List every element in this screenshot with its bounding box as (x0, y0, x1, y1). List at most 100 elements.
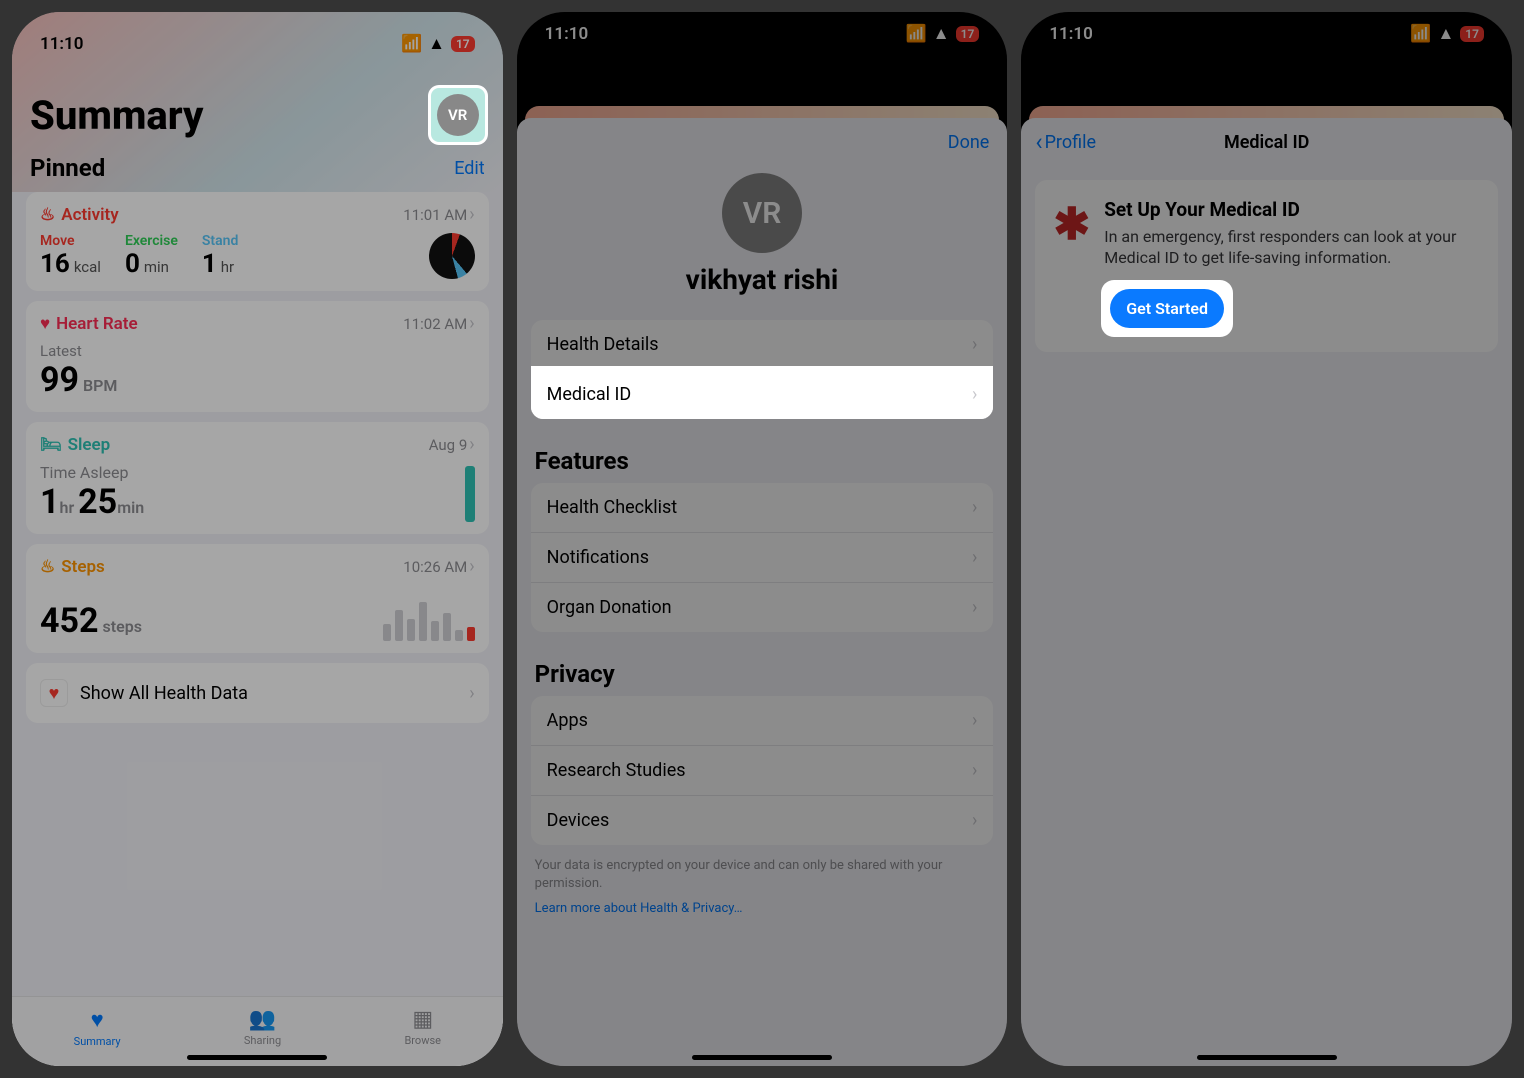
medical-id-setup-card: ✱ Set Up Your Medical ID In an emergency… (1035, 180, 1498, 352)
heart-rate-card[interactable]: ♥ Heart Rate 11:02 AM› Latest 99 BPM (26, 301, 489, 412)
cellular-icon: 📶 (906, 24, 927, 44)
tab-summary-label: Summary (74, 1035, 121, 1048)
people-icon: 👥 (249, 1007, 276, 1032)
battery-icon: 17 (451, 36, 475, 52)
sleep-label: Sleep (68, 435, 111, 455)
activity-time: 11:01 AM (403, 206, 467, 224)
latest-label: Latest (40, 342, 475, 360)
tab-summary[interactable]: ♥Summary (74, 1007, 121, 1048)
medical-id-heading: Set Up Your Medical ID (1104, 198, 1480, 221)
chevron-right-icon: › (972, 384, 977, 405)
features-heading: Features (517, 447, 1008, 483)
get-started-highlight: Get Started (1104, 283, 1230, 334)
sleep-chart-icon (465, 466, 475, 522)
screen-profile-sheet: 11:10 📶 ▲ 17 Done VR vikhyat rishi Healt… (517, 12, 1008, 1066)
home-indicator[interactable] (1197, 1055, 1337, 1060)
medical-id-label: Medical ID (547, 384, 632, 405)
profile-avatar-large[interactable]: VR (722, 173, 802, 253)
row-medical-id[interactable]: Medical ID › (531, 370, 994, 419)
row-organ-donation[interactable]: Organ Donation › (531, 583, 994, 632)
row-health-checklist[interactable]: Health Checklist› (531, 483, 994, 533)
row-health-details[interactable]: Health Details› (531, 320, 994, 370)
bed-icon: 🛏 (40, 435, 62, 455)
battery-icon: 17 (956, 26, 980, 42)
status-time: 11:10 (40, 34, 83, 54)
wifi-icon: ▲ (428, 34, 445, 54)
health-icon: ♥ (40, 679, 68, 707)
organ-label: Organ Donation (547, 597, 672, 618)
tab-browse[interactable]: ▦Browse (404, 1007, 441, 1048)
chevron-right-icon: › (469, 683, 474, 704)
cellular-icon: 📶 (401, 34, 422, 54)
chevron-right-icon: › (972, 597, 977, 618)
status-time: 11:10 (1049, 24, 1092, 44)
activity-ring-icon (429, 233, 475, 279)
tab-sharing-label: Sharing (244, 1034, 281, 1047)
stand-value: 1 (202, 249, 217, 279)
page-title: Summary (30, 92, 203, 139)
activity-card[interactable]: ♨ Activity 11:01 AM› Move16 kcal Exercis… (26, 192, 489, 291)
tab-sharing[interactable]: 👥 Sharing (244, 1007, 281, 1048)
back-label: Profile (1045, 132, 1096, 153)
sleep-card[interactable]: 🛏 Sleep Aug 9› Time Asleep 1hr 25min (26, 422, 489, 534)
move-unit: kcal (74, 258, 101, 276)
devices-label: Devices (547, 810, 610, 831)
steps-value: 452 (40, 601, 99, 641)
privacy-note: Your data is encrypted on your device an… (517, 853, 1008, 896)
steps-chart-icon (383, 585, 475, 641)
pinned-heading: Pinned (30, 154, 105, 182)
flame-icon: ♨ (40, 205, 55, 225)
health-details-label: Health Details (547, 334, 659, 355)
exercise-unit: min (144, 258, 169, 276)
medical-asterisk-icon: ✱ (1053, 198, 1090, 246)
done-button[interactable]: Done (948, 132, 990, 153)
status-bar: 11:10 📶 ▲ 17 (517, 12, 1008, 48)
heart-label: Heart Rate (56, 314, 138, 334)
screen-summary: 11:10 📶 ▲ 17 Summary VR Pinned Edit ♨ Ac… (12, 12, 503, 1066)
sleep-mu: min (117, 498, 144, 517)
sleep-hu: hr (60, 498, 75, 517)
stand-unit: hr (221, 258, 234, 276)
chevron-right-icon: › (469, 434, 474, 455)
home-indicator[interactable] (187, 1055, 327, 1060)
profile-avatar[interactable]: VR (437, 94, 479, 136)
heart-value: 99 (40, 360, 79, 400)
get-started-button[interactable]: Get Started (1110, 289, 1224, 328)
wifi-icon: ▲ (1437, 24, 1454, 44)
nav-title: Medical ID (1224, 132, 1309, 153)
chevron-right-icon: › (972, 810, 977, 831)
research-label: Research Studies (547, 760, 686, 781)
steps-card[interactable]: ♨ Steps 10:26 AM› 452 steps (26, 544, 489, 653)
back-button[interactable]: ‹Profile (1035, 128, 1096, 156)
sleep-time: Aug 9 (429, 436, 468, 454)
profile-avatar-highlight: VR (431, 88, 485, 142)
profile-name: vikhyat rishi (517, 263, 1008, 296)
chevron-right-icon: › (972, 710, 977, 731)
row-notifications[interactable]: Notifications› (531, 533, 994, 583)
privacy-learn-more-link[interactable]: Learn more about Health & Privacy… (535, 901, 743, 916)
move-label: Move (40, 233, 101, 249)
wifi-icon: ▲ (933, 24, 950, 44)
heart-unit: BPM (83, 376, 117, 395)
home-indicator[interactable] (692, 1055, 832, 1060)
steps-label: Steps (61, 557, 105, 577)
sleep-m: 25 (78, 482, 117, 522)
notifications-label: Notifications (547, 547, 649, 568)
chevron-right-icon: › (469, 204, 474, 225)
medical-id-description: In an emergency, first responders can lo… (1104, 227, 1480, 269)
row-research-studies[interactable]: Research Studies › (531, 746, 994, 796)
row-devices[interactable]: Devices › (531, 796, 994, 845)
heart-time: 11:02 AM (403, 315, 467, 333)
edit-button[interactable]: Edit (454, 158, 484, 179)
chevron-right-icon: › (972, 760, 977, 781)
activity-label: Activity (61, 205, 118, 225)
cellular-icon: 📶 (1410, 24, 1431, 44)
privacy-heading: Privacy (517, 660, 1008, 696)
row-apps[interactable]: Apps› (531, 696, 994, 746)
battery-icon: 17 (1460, 26, 1484, 42)
grid-icon: ▦ (412, 1007, 433, 1032)
time-asleep-label: Time Asleep (40, 463, 144, 482)
show-all-health-data[interactable]: ♥ Show All Health Data › (26, 663, 489, 723)
flame-icon: ♨ (40, 557, 55, 577)
stand-label: Stand (202, 233, 238, 249)
